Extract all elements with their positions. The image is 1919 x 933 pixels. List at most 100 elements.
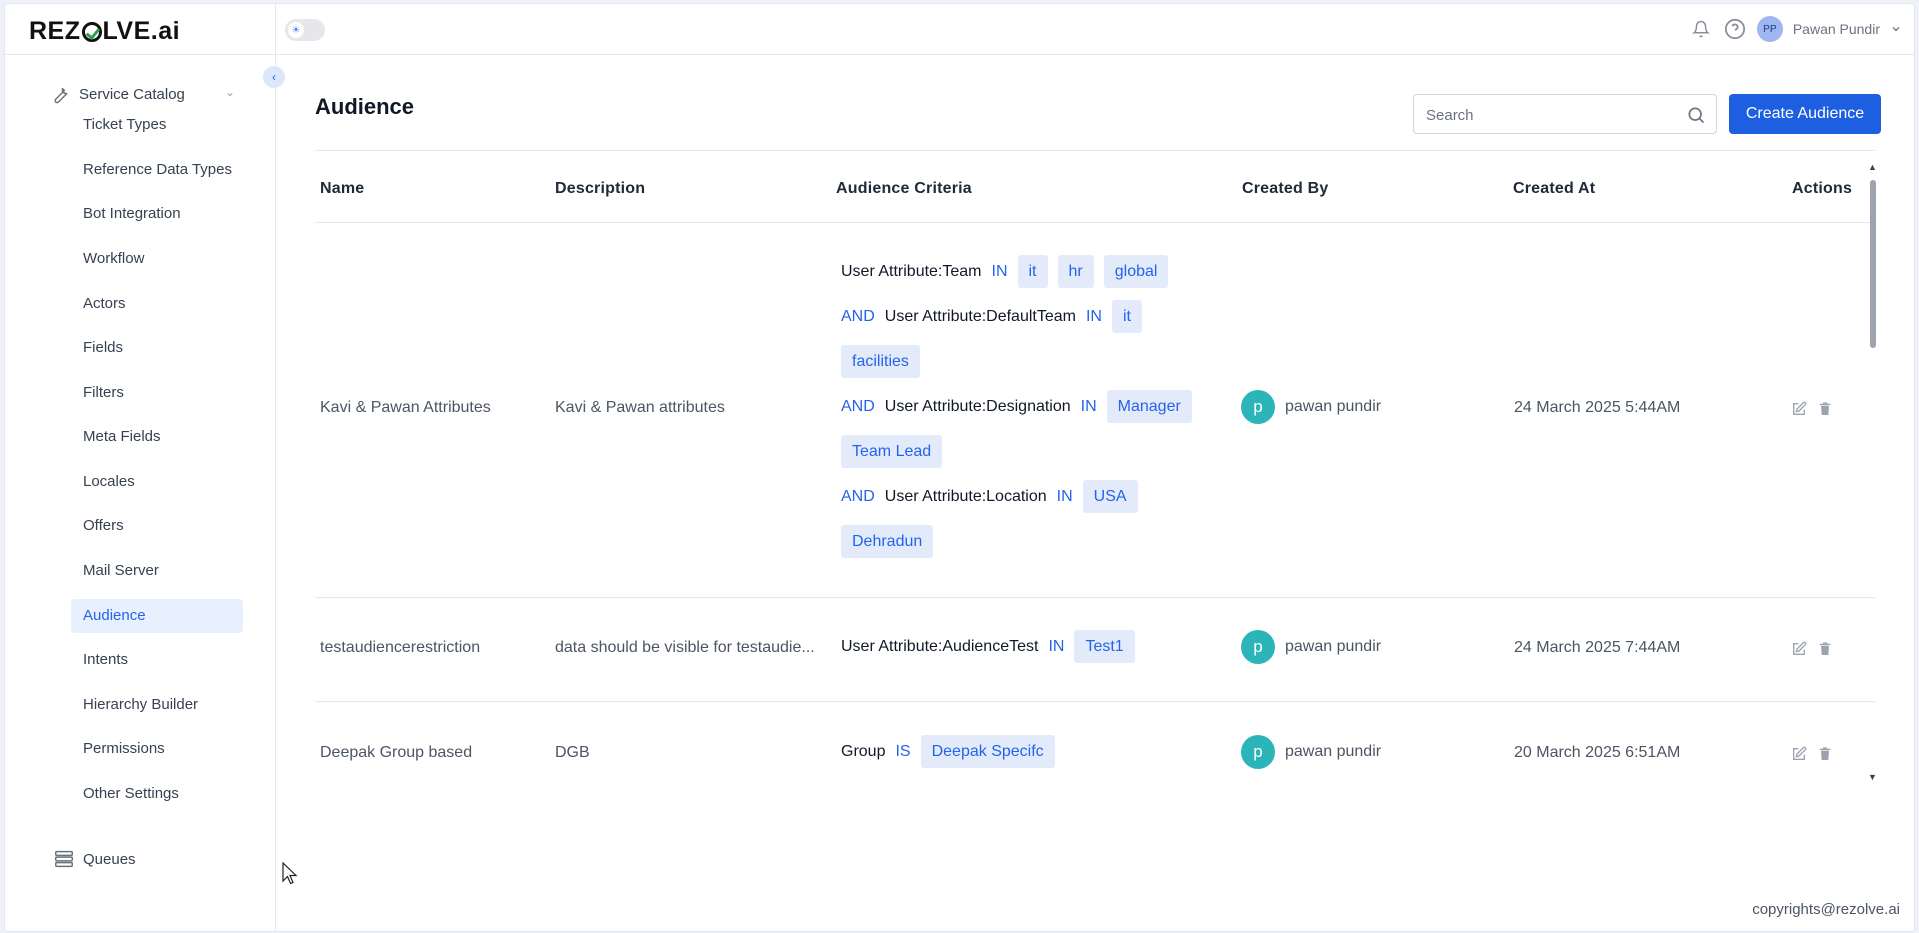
delete-icon[interactable] — [1817, 401, 1833, 417]
logo-check-icon — [81, 21, 102, 42]
creator-name: pawan pundir — [1285, 638, 1382, 655]
service-catalog-section[interactable]: Service Catalog ⌄ — [49, 83, 235, 105]
column-header-actions: Actions — [1792, 180, 1853, 197]
criteria-value-chip: facilities — [841, 345, 920, 378]
app-frame: REZ LVE .ai ☀ PP Pawan Pundir Service Cata… — [4, 3, 1915, 932]
logo-text-mid: LVE — [102, 17, 151, 45]
edit-icon[interactable] — [1791, 641, 1807, 657]
criteria-line: User Attribute:Team IN it hr global — [841, 255, 1178, 288]
criteria-conjunction: AND — [841, 307, 875, 325]
search-box[interactable] — [1413, 94, 1717, 135]
top-bar: REZ LVE .ai ☀ PP Pawan Pundir — [5, 4, 1914, 55]
scrollbar-thumb[interactable] — [1870, 180, 1876, 348]
column-header-audience-criteria: Audience Criteria — [836, 180, 972, 197]
row-created-at: 24 March 2025 7:44AM — [1514, 639, 1681, 656]
row-actions — [1791, 746, 1833, 762]
main-panel: Audience Create Audience Name Descriptio… — [291, 68, 1907, 872]
sidebar-item-actors[interactable]: Actors — [71, 287, 243, 321]
sidebar-item-filters[interactable]: Filters — [71, 376, 243, 410]
sidebar-item-workflow[interactable]: Workflow — [71, 242, 243, 276]
help-icon[interactable] — [1723, 17, 1747, 41]
rezolve-logo[interactable]: REZ LVE .ai — [29, 17, 180, 46]
criteria-line: Dehradun — [841, 525, 943, 558]
sidebar-item-ticket-types[interactable]: Ticket Types — [71, 108, 243, 142]
row-description: DGB — [555, 744, 590, 761]
scroll-down-icon[interactable]: ▼ — [1868, 772, 1877, 782]
sidebar-item-fields[interactable]: Fields — [71, 331, 243, 365]
criteria-value-chip: Dehradun — [841, 525, 934, 558]
sidebar-item-locales[interactable]: Locales — [71, 465, 243, 499]
user-name[interactable]: Pawan Pundir — [1793, 21, 1880, 37]
row-created-by: p pawan pundir — [1241, 630, 1381, 664]
row-actions — [1791, 641, 1833, 657]
sidebar-item-meta-fields[interactable]: Meta Fields — [71, 420, 243, 454]
search-icon[interactable] — [1686, 105, 1706, 125]
row-description: data should be visible for testaudie... — [555, 639, 815, 656]
row-name: testaudiencerestriction — [320, 639, 481, 656]
row-name: Kavi & Pawan Attributes — [320, 399, 491, 416]
sidebar-item-permissions[interactable]: Permissions — [71, 732, 243, 766]
sidebar-item-audience[interactable]: Audience — [71, 599, 243, 633]
user-avatar[interactable]: PP — [1756, 16, 1783, 42]
creator-name: pawan pundir — [1285, 743, 1382, 760]
wrench-icon — [54, 87, 68, 104]
mouse-cursor-icon — [282, 862, 298, 885]
criteria-operator: IS — [895, 742, 911, 760]
criteria-line: facilities — [841, 345, 930, 378]
sidebar-item-other-settings[interactable]: Other Settings — [71, 777, 243, 811]
criteria-value-chip: Team Lead — [841, 435, 943, 468]
table-header-divider — [315, 222, 1875, 223]
sidebar-item-hierarchy-builder[interactable]: Hierarchy Builder — [71, 688, 243, 722]
criteria-operator: IN — [1056, 487, 1073, 505]
criteria-value-chip: Test1 — [1074, 630, 1135, 663]
avatar: p — [1241, 735, 1275, 769]
sidebar-item-reference-data-types[interactable]: Reference Data Types — [71, 153, 243, 187]
row-created-by: p pawan pundir — [1241, 390, 1381, 424]
row-actions — [1791, 401, 1833, 417]
criteria-operator: IN — [1048, 637, 1065, 655]
criteria-line: Team Lead — [841, 435, 952, 468]
scroll-up-icon[interactable]: ▲ — [1868, 162, 1877, 172]
row-created-by: p pawan pundir — [1241, 735, 1381, 769]
avatar: p — [1241, 630, 1275, 664]
edit-icon[interactable] — [1791, 401, 1807, 417]
header-divider — [315, 150, 1875, 151]
sidebar-item-offers[interactable]: Offers — [71, 509, 243, 543]
criteria-attribute: User Attribute:Designation — [884, 397, 1071, 415]
logo-text-suffix: .ai — [150, 17, 181, 45]
collapse-sidebar-button[interactable]: ‹ — [263, 66, 285, 88]
criteria-conjunction: AND — [841, 397, 875, 415]
row-created-at: 24 March 2025 5:44AM — [1514, 399, 1681, 416]
criteria-conjunction: AND — [841, 487, 875, 505]
criteria-value-chip: it — [1017, 255, 1048, 288]
theme-toggle[interactable]: ☀ — [285, 19, 325, 41]
criteria-attribute: User Attribute:Location — [884, 487, 1047, 505]
criteria-value-chip: Deepak Specifc — [920, 735, 1055, 768]
search-input[interactable] — [1414, 95, 1678, 135]
column-header-name: Name — [320, 180, 365, 197]
delete-icon[interactable] — [1817, 641, 1833, 657]
column-header-created-by: Created By — [1242, 180, 1329, 197]
avatar: p — [1241, 390, 1275, 424]
column-header-created-at: Created At — [1513, 180, 1596, 197]
criteria-attribute: User Attribute:DefaultTeam — [884, 307, 1076, 325]
sidebar-item-mail-server[interactable]: Mail Server — [71, 554, 243, 588]
criteria-value-chip: USA — [1082, 480, 1138, 513]
chevron-down-icon[interactable] — [1890, 23, 1902, 35]
service-catalog-label: Service Catalog — [79, 85, 185, 103]
delete-icon[interactable] — [1817, 746, 1833, 762]
column-header-description: Description — [555, 180, 646, 197]
edit-icon[interactable] — [1791, 746, 1807, 762]
sun-icon: ☀ — [288, 22, 304, 38]
logo-text-prefix: REZ — [29, 17, 81, 45]
row-divider — [315, 597, 1875, 598]
sidebar-item-bot-integration[interactable]: Bot Integration — [71, 197, 243, 231]
row-name: Deepak Group based — [320, 744, 473, 761]
sidebar-item-queues[interactable]: Queues — [53, 848, 136, 870]
bell-icon[interactable] — [1689, 17, 1713, 41]
sidebar-item-intents[interactable]: Intents — [71, 643, 243, 677]
criteria-attribute: Group — [841, 742, 886, 760]
create-audience-button[interactable]: Create Audience — [1729, 94, 1881, 134]
criteria-line: AND User Attribute:DefaultTeam IN it — [841, 300, 1152, 333]
criteria-line: Group IS Deepak Specifc — [841, 735, 1065, 768]
